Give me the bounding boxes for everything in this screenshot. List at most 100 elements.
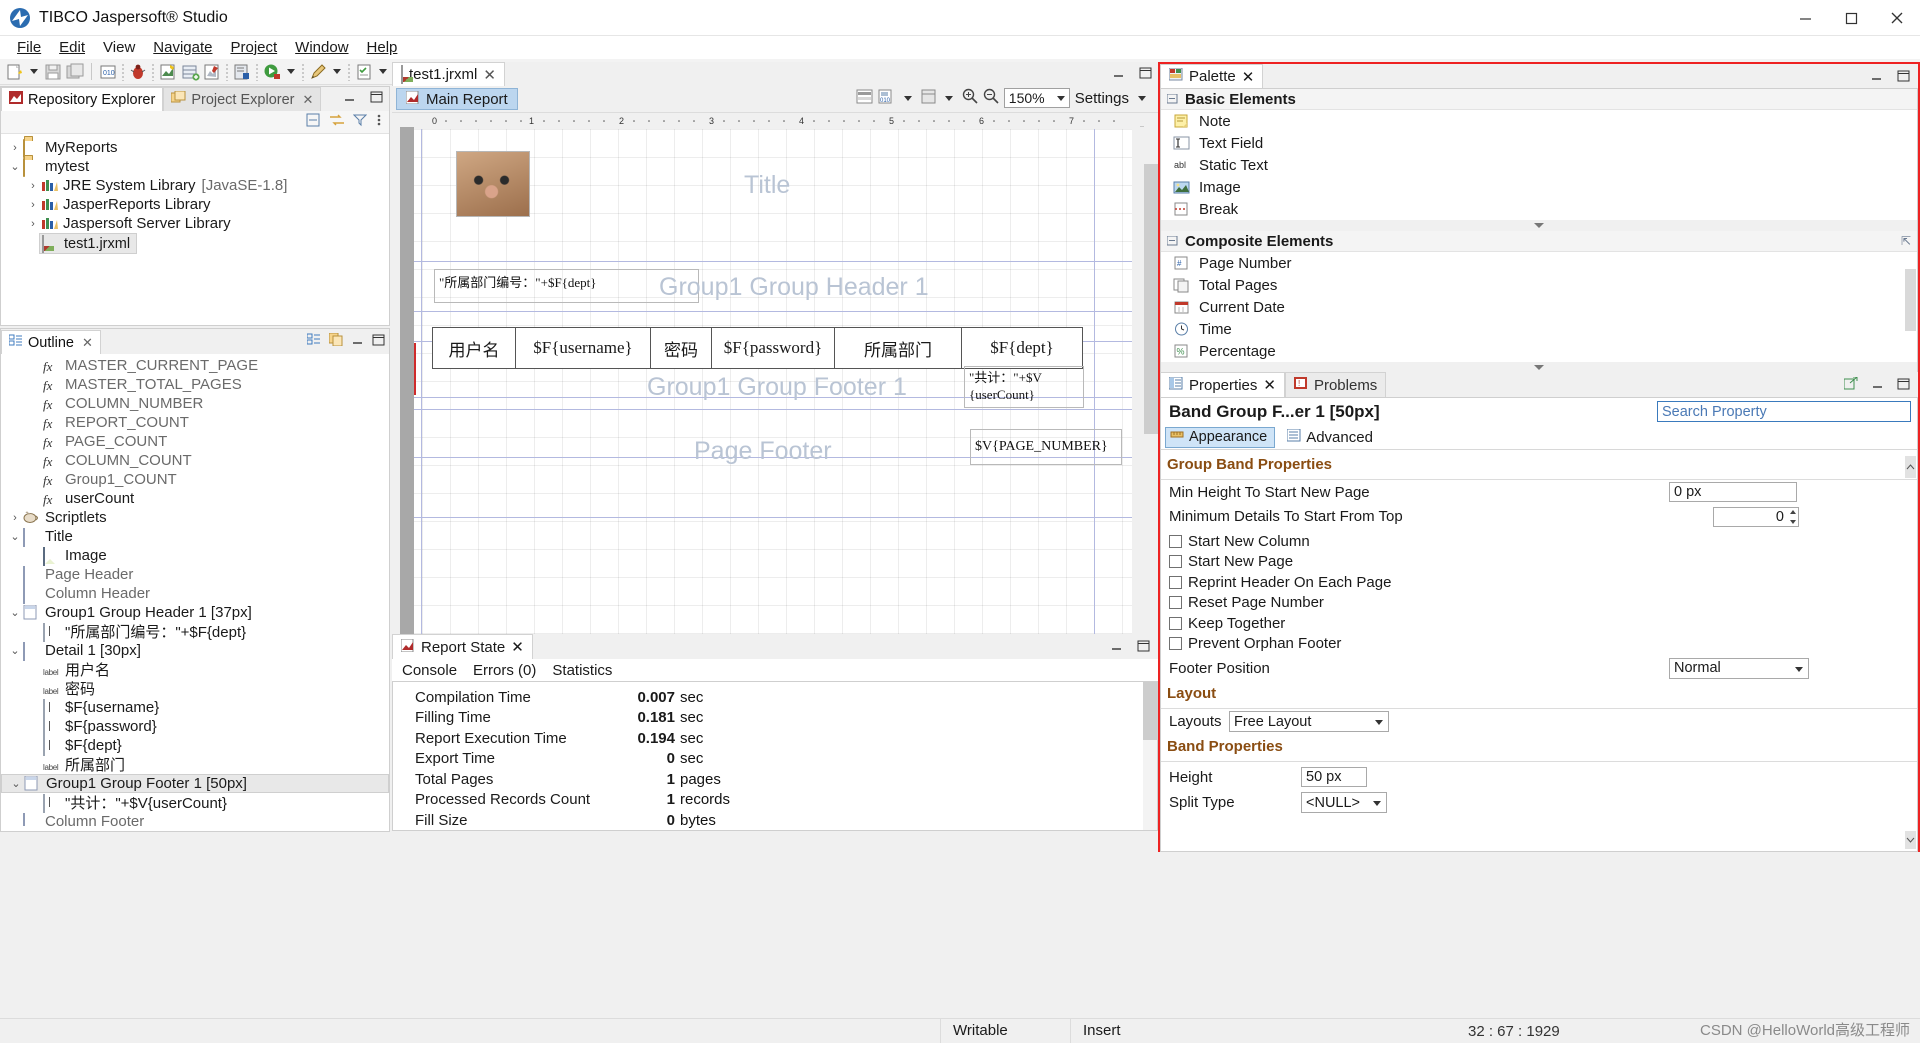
outline-item[interactable]: "所属部门编号："+$F{dept}	[1, 622, 389, 642]
outline-item[interactable]: Page Header	[1, 565, 389, 585]
outline-copy-icon[interactable]	[328, 332, 343, 350]
chevron-down-icon[interactable]: ⌄	[7, 644, 23, 657]
tab-test1-jrxml[interactable]: test1.jrxml ✕	[392, 62, 505, 86]
menu-window[interactable]: Window	[286, 39, 357, 56]
debug-icon[interactable]	[128, 62, 148, 82]
palette-section-basic-elements[interactable]: Basic Elements	[1161, 89, 1917, 110]
chevron-right-icon[interactable]: ›	[25, 199, 41, 211]
keep-together-checkbox[interactable]	[1169, 616, 1182, 630]
prop-reprint-header-on-each-page[interactable]: Reprint Header On Each Page	[1161, 572, 1917, 593]
page-number-element[interactable]: $V{PAGE_NUMBER}	[970, 429, 1122, 465]
outline-item[interactable]: ⌄ Group1 Group Header 1 [37px]	[1, 603, 389, 622]
report-outline-icon[interactable]	[856, 89, 873, 108]
chevron-right-icon[interactable]: ›	[25, 180, 41, 192]
dataset-fields-icon[interactable]: 010	[878, 89, 895, 108]
footer-position-select[interactable]: Normal	[1669, 657, 1809, 679]
canvas-vertical-scrollbar[interactable]	[1144, 164, 1158, 709]
outline-item[interactable]: Column Header	[1, 584, 389, 604]
minimize-button[interactable]	[1782, 0, 1828, 36]
report-wizard-icon[interactable]	[158, 62, 178, 82]
main-report-tab[interactable]: Main Report	[396, 88, 518, 110]
close-icon[interactable]: ✕	[82, 335, 93, 351]
outline-item[interactable]: "共计："+$V{userCount}	[1, 793, 389, 813]
minimize-panel-icon[interactable]	[1112, 66, 1125, 83]
prop-prevent-orphan-footer[interactable]: Prevent Orphan Footer	[1161, 634, 1917, 655]
outline-item[interactable]: Column Footer	[1, 812, 389, 826]
spinner-down-icon[interactable]	[1790, 519, 1796, 524]
prop-reset-page-number[interactable]: Reset Page Number	[1161, 593, 1917, 614]
outline-item[interactable]: label 密码	[1, 679, 389, 698]
page-layout-icon[interactable]	[921, 89, 936, 108]
statistics-scrollbar[interactable]	[1143, 682, 1157, 830]
tab-repository-explorer[interactable]: Repository Explorer	[1, 87, 164, 111]
new-file-dropdown-icon[interactable]	[30, 69, 38, 74]
palette-scrollbar[interactable]	[1905, 269, 1916, 331]
dataset-dropdown-icon[interactable]	[903, 95, 912, 101]
subtab-errors[interactable]: Errors (0)	[473, 662, 536, 679]
tree-item-mytest[interactable]: ⌄ mytest	[1, 157, 389, 177]
prop-start-new-page[interactable]: Start New Page	[1161, 552, 1917, 573]
checklist-dropdown-icon[interactable]	[379, 69, 387, 74]
palette-item-time[interactable]: Time	[1161, 318, 1917, 340]
palette-section-composite-elements[interactable]: Composite Elements ⇱	[1161, 231, 1917, 252]
minimize-panel-icon[interactable]	[1871, 377, 1884, 394]
zoom-level-select[interactable]: 150%	[1003, 88, 1070, 108]
properties-scrollbar-down[interactable]	[1905, 831, 1916, 849]
close-icon[interactable]: ✕	[483, 66, 496, 84]
palette-item-note[interactable]: Note	[1161, 110, 1917, 132]
menu-file[interactable]: File	[8, 39, 50, 56]
outline-layout-icon[interactable]	[306, 333, 321, 350]
palette-item-total-pages[interactable]: Total Pages	[1161, 274, 1917, 296]
run-icon[interactable]	[262, 62, 282, 82]
outline-item[interactable]: $F{dept}	[1, 736, 389, 756]
maximize-panel-icon[interactable]	[1137, 639, 1150, 656]
tab-outline[interactable]: Outline ✕	[1, 330, 101, 354]
outline-item[interactable]: $F{password}	[1, 717, 389, 737]
search-property-input[interactable]: Search Property	[1657, 401, 1911, 422]
close-button[interactable]	[1874, 0, 1920, 36]
zoom-in-icon[interactable]	[962, 88, 978, 108]
outline-item[interactable]: ⌄ Detail 1 [30px]	[1, 641, 389, 661]
section-menu-icon[interactable]: ⇱	[1901, 234, 1911, 248]
outline-item[interactable]: fx PAGE_COUNT	[1, 432, 389, 451]
usercount-expression-element[interactable]: "共计："+$V {userCount}	[964, 366, 1084, 408]
outline-item[interactable]: ⌄ Title	[1, 527, 389, 547]
reset-page-number-checkbox[interactable]	[1169, 596, 1182, 610]
start-new-column-checkbox[interactable]	[1169, 534, 1182, 548]
palette-item-image[interactable]: Image	[1161, 176, 1917, 198]
palette-item-current-date[interactable]: Current Date	[1161, 296, 1917, 318]
run-dropdown-icon[interactable]	[287, 69, 295, 74]
minimize-panel-icon[interactable]	[1110, 639, 1123, 656]
subtab-appearance[interactable]: Appearance	[1165, 426, 1276, 448]
chevron-down-icon[interactable]: ⌄	[7, 606, 23, 619]
maximize-panel-icon[interactable]	[1897, 377, 1910, 394]
report-page[interactable]: Title "所属部门编号："+$F{dept} Group1 Group He…	[414, 129, 1132, 647]
subtab-statistics[interactable]: Statistics	[552, 662, 612, 679]
outline-item[interactable]: $F{username}	[1, 698, 389, 718]
palette-item-break[interactable]: Break	[1161, 198, 1917, 220]
chevron-right-icon[interactable]: ›	[25, 218, 41, 230]
reprint-header-checkbox[interactable]	[1169, 575, 1182, 589]
outline-item[interactable]: fx userCount	[1, 489, 389, 508]
close-icon[interactable]: ✕	[1242, 68, 1255, 86]
menu-help[interactable]: Help	[358, 39, 407, 56]
prop-start-new-column[interactable]: Start New Column	[1161, 531, 1917, 552]
outline-item[interactable]: fx COLUMN_COUNT	[1, 451, 389, 470]
prevent-orphan-footer-checkbox[interactable]	[1169, 637, 1182, 651]
prop-keep-together[interactable]: Keep Together	[1161, 613, 1917, 634]
view-menu-icon[interactable]	[375, 113, 383, 131]
minimize-panel-icon[interactable]	[351, 333, 364, 350]
table-cell-password-value[interactable]: $F{password}	[711, 327, 835, 369]
subtab-advanced[interactable]: Advanced	[1279, 427, 1381, 448]
filter-icon[interactable]	[352, 113, 368, 131]
tab-problems[interactable]: ! Problems	[1284, 372, 1387, 397]
subtab-console[interactable]: Console	[402, 662, 457, 679]
minimize-panel-icon[interactable]	[1870, 69, 1883, 86]
menu-edit[interactable]: Edit	[50, 39, 94, 56]
outline-item[interactable]: fx MASTER_CURRENT_PAGE	[1, 356, 389, 375]
outline-item[interactable]: fx Group1_COUNT	[1, 470, 389, 489]
menu-project[interactable]: Project	[221, 39, 286, 56]
chevron-down-icon[interactable]: ⌄	[8, 777, 24, 790]
link-editor-icon[interactable]	[329, 113, 345, 131]
maximize-panel-icon[interactable]	[1139, 66, 1152, 83]
